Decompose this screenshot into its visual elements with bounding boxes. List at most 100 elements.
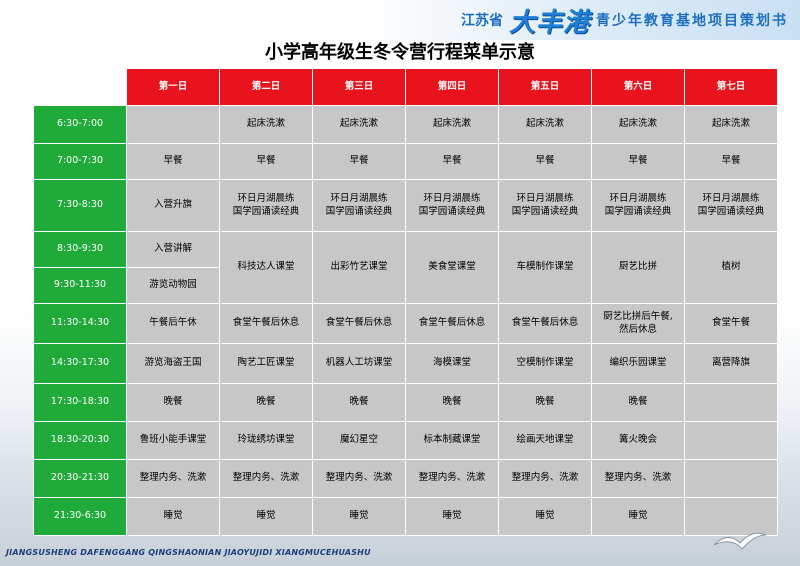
activity-cell: 晚餐 [126,383,220,422]
activity-cell: 午餐后午休 [126,303,220,344]
activity-cell: 环日月湖晨练 国学园诵读经典 [684,179,778,232]
activity-cell: 睡觉 [312,497,406,536]
activity-cell: 环日月湖晨练 国学园诵读经典 [219,179,313,232]
day-header: 第二日 [219,68,313,106]
brand-province: 江苏省 [460,13,503,29]
activity-cell: 整理内务、洗漱 [405,459,499,498]
activity-cell: 早餐 [684,143,778,180]
day-header: 第五日 [498,68,592,106]
activity-cell [684,459,778,498]
time-slot: 18:30-20:30 [33,421,127,460]
activity-cell: 厨艺比拼后午餐, 然后休息 [591,303,685,344]
page-title: 小学高年级生冬令营行程菜单示意 [265,42,535,63]
activity-cell: 起床洗漱 [405,105,499,144]
activity-cell: 入营升旗 [126,179,220,232]
activity-cell: 早餐 [405,143,499,180]
activity-cell: 睡觉 [591,497,685,536]
day-header: 第六日 [591,68,685,106]
activity-cell: 食堂午餐后休息 [219,303,313,344]
activity-cell: 睡觉 [219,497,313,536]
activity-cell: 晚餐 [219,383,313,422]
time-slot: 8:30-9:30 [33,231,127,268]
activity-cell: 整理内务、洗漱 [312,459,406,498]
activity-cell [684,383,778,422]
activity-cell: 玲珑绣坊课堂 [219,421,313,460]
time-slot: 20:30-21:30 [33,459,127,498]
activity-cell: 早餐 [591,143,685,180]
activity-cell: 环日月湖晨练 国学园诵读经典 [591,179,685,232]
time-slot: 7:00-7:30 [33,143,127,180]
activity-cell: 海模课堂 [405,343,499,384]
activity-cell: 空模制作课堂 [498,343,592,384]
schedule-row: 14:30-17:30 游览海盗王国 陶艺工匠课堂 机器人工坊课堂 海模课堂 空… [33,343,778,384]
activity-cell: 早餐 [498,143,592,180]
schedule-table: 第一日 第二日 第三日 第四日 第五日 第六日 第七日 6:30-7:00 起床… [33,68,778,536]
header-brand: 江苏省 大丰港 青少年教育基地项目策划书 [460,4,788,38]
schedule-row: 7:30-8:30 入营升旗 环日月湖晨练 国学园诵读经典 环日月湖晨练 国学园… [33,179,778,232]
activity-cell: 科技达人课堂 [219,231,313,304]
time-slot: 9:30-11:30 [33,267,127,304]
day-header: 第一日 [126,68,220,106]
brand-subtitle: 青少年教育基地项目策划书 [596,13,788,29]
activity-cell: 整理内务、洗漱 [126,459,220,498]
time-slot: 11:30-14:30 [33,303,127,344]
schedule-row: 17:30-18:30 晚餐 晚餐 晚餐 晚餐 晚餐 晚餐 [33,383,778,422]
seagull-icon [713,532,767,550]
activity-cell: 晚餐 [312,383,406,422]
footer-pinyin: JIANGSUSHENG DAFENGGANG QINGSHAONIAN JIA… [6,548,371,557]
activity-cell: 睡觉 [405,497,499,536]
activity-cell: 起床洗漱 [591,105,685,144]
activity-cell: 早餐 [126,143,220,180]
activity-cell: 起床洗漱 [219,105,313,144]
activity-cell: 陶艺工匠课堂 [219,343,313,384]
activity-cell: 环日月湖晨练 国学园诵读经典 [312,179,406,232]
activity-cell: 编织乐园课堂 [591,343,685,384]
activity-cell: 游览动物园 [126,267,220,304]
activity-cell [126,105,220,144]
activity-cell: 整理内务、洗漱 [591,459,685,498]
day-header: 第三日 [312,68,406,106]
day-header: 第四日 [405,68,499,106]
activity-cell: 离营降旗 [684,343,778,384]
activity-cell: 食堂午餐后休息 [405,303,499,344]
activity-cell: 起床洗漱 [498,105,592,144]
activity-cell: 睡觉 [126,497,220,536]
schedule-row: 8:30-9:30 入营讲解 科技达人课堂 出彩竹艺课堂 美食堂课堂 车模制作课… [33,231,778,304]
activity-cell: 环日月湖晨练 国学园诵读经典 [405,179,499,232]
activity-cell: 早餐 [312,143,406,180]
time-slot: 21:30-6:30 [33,497,127,536]
activity-cell: 晚餐 [498,383,592,422]
activity-cell: 睡觉 [498,497,592,536]
activity-cell: 食堂午餐后休息 [498,303,592,344]
activity-cell: 食堂午餐 [684,303,778,344]
activity-cell: 环日月湖晨练 国学园诵读经典 [498,179,592,232]
activity-cell [684,421,778,460]
activity-cell: 机器人工坊课堂 [312,343,406,384]
activity-cell: 起床洗漱 [684,105,778,144]
schedule-row: 11:30-14:30 午餐后午休 食堂午餐后休息 食堂午餐后休息 食堂午餐后休… [33,303,778,344]
activity-cell: 绘画天地课堂 [498,421,592,460]
corner-cell [34,69,127,106]
activity-cell: 鲁班小能手课堂 [126,421,220,460]
day-header: 第七日 [684,68,778,106]
time-slot: 17:30-18:30 [33,383,127,422]
activity-cell: 厨艺比拼 [591,231,685,304]
activity-cell: 食堂午餐后休息 [312,303,406,344]
activity-cell: 整理内务、洗漱 [498,459,592,498]
activity-cell: 植树 [684,231,778,304]
activity-cell: 美食堂课堂 [405,231,499,304]
schedule-row: 18:30-20:30 鲁班小能手课堂 玲珑绣坊课堂 魔幻星空 标本制藏课堂 绘… [33,421,778,460]
time-slot: 7:30-8:30 [33,179,127,232]
brand-logo: 大丰港 [508,7,590,38]
activity-cell: 早餐 [219,143,313,180]
activity-cell: 标本制藏课堂 [405,421,499,460]
activity-cell: 晚餐 [405,383,499,422]
schedule-row: 21:30-6:30 睡觉 睡觉 睡觉 睡觉 睡觉 睡觉 [33,497,778,536]
day-header-row: 第一日 第二日 第三日 第四日 第五日 第六日 第七日 [34,68,778,106]
activity-cell: 整理内务、洗漱 [219,459,313,498]
time-slot: 14:30-17:30 [33,343,127,384]
activity-cell: 篝火晚会 [591,421,685,460]
schedule-row: 20:30-21:30 整理内务、洗漱 整理内务、洗漱 整理内务、洗漱 整理内务… [33,459,778,498]
activity-cell: 晚餐 [591,383,685,422]
activity-cell: 魔幻星空 [312,421,406,460]
